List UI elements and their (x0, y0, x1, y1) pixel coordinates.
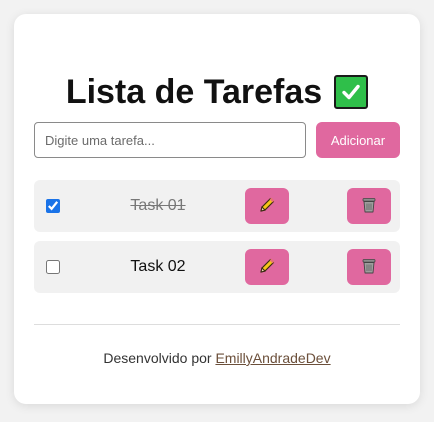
task-text: Task 02 (130, 258, 186, 275)
delete-task-button[interactable] (347, 188, 391, 224)
task-input[interactable] (34, 122, 306, 158)
pencil-icon (257, 256, 277, 279)
pencil-icon (257, 195, 277, 218)
add-task-button[interactable]: Adicionar (316, 122, 400, 158)
task-checkbox[interactable] (46, 260, 60, 274)
divider (34, 324, 400, 325)
todo-card: Lista de Tarefas Adicionar Task 01 (14, 14, 420, 404)
task-item: Task 01 (34, 180, 400, 232)
edit-task-button[interactable] (245, 188, 289, 224)
trash-icon (359, 195, 379, 218)
task-item: Task 02 (34, 241, 400, 293)
footer-text: Desenvolvido por (103, 350, 212, 366)
delete-task-button[interactable] (347, 249, 391, 285)
author-link[interactable]: EmillyAndradeDev (215, 350, 330, 366)
footer: Desenvolvido por EmillyAndradeDev (14, 350, 420, 366)
edit-task-button[interactable] (245, 249, 289, 285)
task-text: Task 01 (130, 197, 186, 214)
page-title: Lista de Tarefas (65, 73, 323, 111)
check-mark-icon (334, 75, 369, 109)
title-row: Lista de Tarefas (14, 72, 420, 112)
trash-icon (359, 256, 379, 279)
task-list: Task 01 Task 02 (34, 180, 400, 302)
task-checkbox[interactable] (46, 199, 60, 213)
